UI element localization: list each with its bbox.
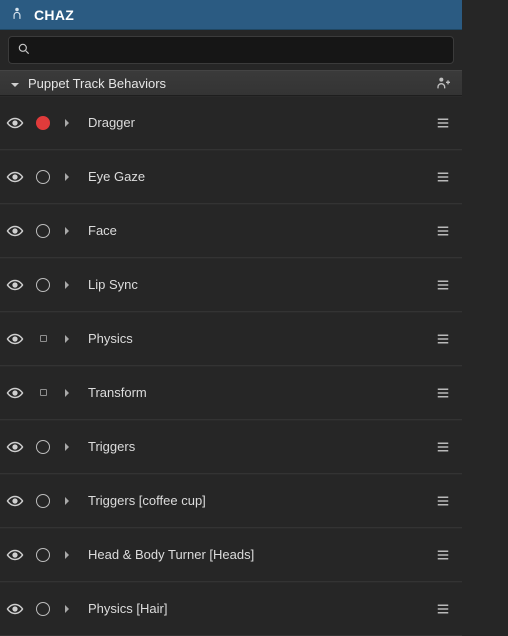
hamburger-menu-icon[interactable] xyxy=(434,168,452,186)
chevron-right-icon[interactable] xyxy=(62,280,72,290)
chevron-right-icon[interactable] xyxy=(62,388,72,398)
behavior-name: Triggers [coffee cup] xyxy=(84,493,422,508)
puppet-icon xyxy=(10,6,24,23)
section-header[interactable]: Puppet Track Behaviors xyxy=(0,70,462,96)
search-box[interactable] xyxy=(8,36,454,64)
record-arm-indicator[interactable] xyxy=(36,116,50,130)
behavior-row[interactable]: Lip Sync xyxy=(0,258,462,312)
record-arm-indicator[interactable] xyxy=(36,548,50,562)
chevron-right-icon[interactable] xyxy=(62,550,72,560)
record-arm-indicator[interactable] xyxy=(36,278,50,292)
visibility-eye-icon[interactable] xyxy=(6,222,24,240)
chevron-right-icon[interactable] xyxy=(62,604,72,614)
hamburger-menu-icon[interactable] xyxy=(434,492,452,510)
hamburger-menu-icon[interactable] xyxy=(434,222,452,240)
right-gutter xyxy=(462,0,508,616)
record-arm-indicator[interactable] xyxy=(36,602,50,616)
hamburger-menu-icon[interactable] xyxy=(434,438,452,456)
behavior-row[interactable]: Triggers xyxy=(0,420,462,474)
hamburger-menu-icon[interactable] xyxy=(434,384,452,402)
titlebar: CHAZ xyxy=(0,0,462,30)
chevron-right-icon[interactable] xyxy=(62,226,72,236)
record-arm-indicator[interactable] xyxy=(36,386,50,400)
behavior-row[interactable]: Physics [Hair] xyxy=(0,582,462,636)
chevron-right-icon[interactable] xyxy=(62,118,72,128)
hamburger-menu-icon[interactable] xyxy=(434,546,452,564)
chevron-down-icon xyxy=(10,78,20,88)
chevron-right-icon[interactable] xyxy=(62,334,72,344)
section-label: Puppet Track Behaviors xyxy=(28,76,428,91)
behavior-row[interactable]: Transform xyxy=(0,366,462,420)
visibility-eye-icon[interactable] xyxy=(6,384,24,402)
chevron-right-icon[interactable] xyxy=(62,172,72,182)
record-arm-indicator[interactable] xyxy=(36,494,50,508)
record-arm-indicator[interactable] xyxy=(36,224,50,238)
behavior-name: Physics xyxy=(84,331,422,346)
behavior-row[interactable]: Dragger xyxy=(0,96,462,150)
hamburger-menu-icon[interactable] xyxy=(434,330,452,348)
record-arm-indicator[interactable] xyxy=(36,170,50,184)
behavior-row[interactable]: Head & Body Turner [Heads] xyxy=(0,528,462,582)
visibility-eye-icon[interactable] xyxy=(6,330,24,348)
visibility-eye-icon[interactable] xyxy=(6,492,24,510)
search-icon xyxy=(17,42,31,59)
behavior-row[interactable]: Face xyxy=(0,204,462,258)
behavior-row[interactable]: Physics xyxy=(0,312,462,366)
behavior-name: Lip Sync xyxy=(84,277,422,292)
behavior-row[interactable]: Triggers [coffee cup] xyxy=(0,474,462,528)
behavior-name: Face xyxy=(84,223,422,238)
visibility-eye-icon[interactable] xyxy=(6,600,24,618)
hamburger-menu-icon[interactable] xyxy=(434,276,452,294)
record-arm-indicator[interactable] xyxy=(36,440,50,454)
hamburger-menu-icon[interactable] xyxy=(434,600,452,618)
search-input[interactable] xyxy=(39,43,445,58)
behavior-name: Triggers xyxy=(84,439,422,454)
search-row xyxy=(0,30,462,70)
behavior-name: Physics [Hair] xyxy=(84,601,422,616)
behavior-name: Dragger xyxy=(84,115,422,130)
add-behavior-icon[interactable] xyxy=(436,75,452,91)
record-arm-indicator[interactable] xyxy=(36,332,50,346)
visibility-eye-icon[interactable] xyxy=(6,438,24,456)
visibility-eye-icon[interactable] xyxy=(6,168,24,186)
chevron-right-icon[interactable] xyxy=(62,442,72,452)
visibility-eye-icon[interactable] xyxy=(6,546,24,564)
visibility-eye-icon[interactable] xyxy=(6,276,24,294)
behavior-name: Head & Body Turner [Heads] xyxy=(84,547,422,562)
visibility-eye-icon[interactable] xyxy=(6,114,24,132)
hamburger-menu-icon[interactable] xyxy=(434,114,452,132)
chevron-right-icon[interactable] xyxy=(62,496,72,506)
behavior-name: Transform xyxy=(84,385,422,400)
behavior-name: Eye Gaze xyxy=(84,169,422,184)
page-title: CHAZ xyxy=(34,7,74,23)
behaviors-list: Dragger Eye Gaze Face Lip Sync Physics Transf… xyxy=(0,96,462,636)
behavior-row[interactable]: Eye Gaze xyxy=(0,150,462,204)
